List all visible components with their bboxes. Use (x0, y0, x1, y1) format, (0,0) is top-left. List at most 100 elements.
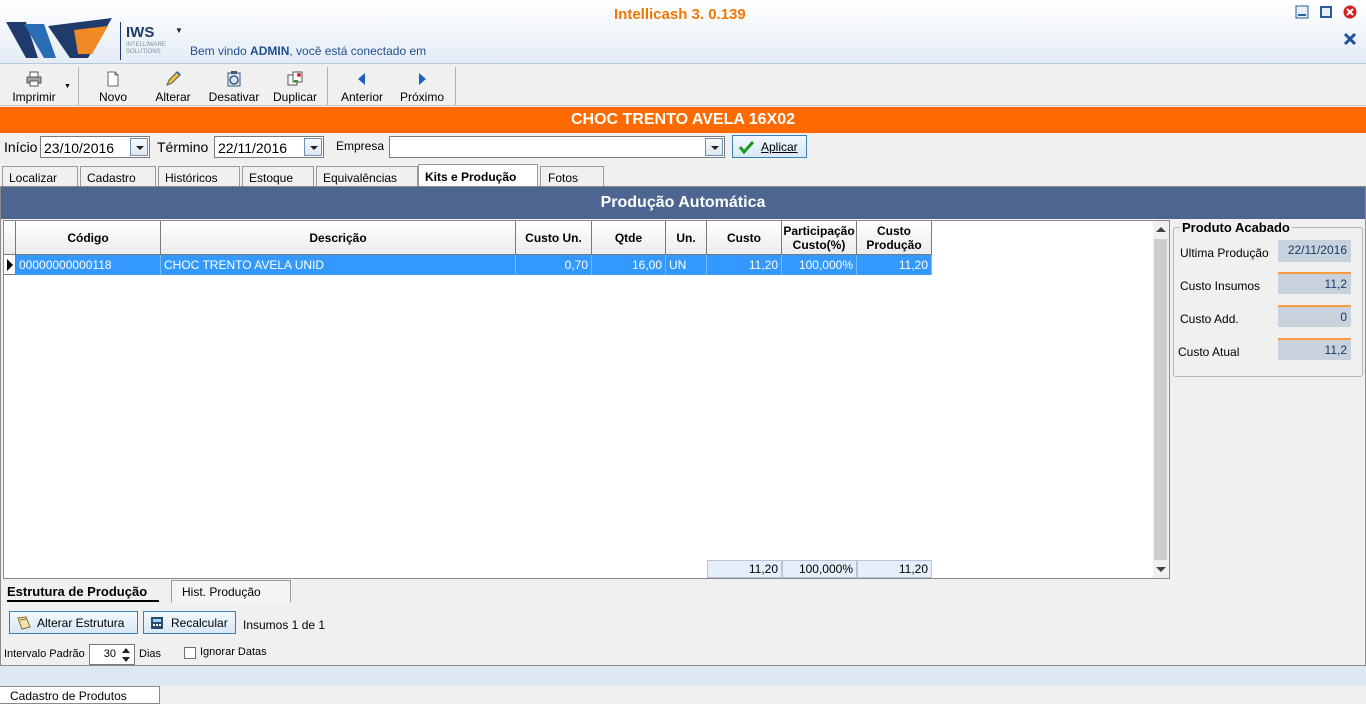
calculator-icon (151, 617, 163, 629)
dias-label: Dias (139, 648, 162, 660)
app-title: Intellicash 3. 0.139 (614, 6, 746, 23)
close-form-icon[interactable] (1343, 32, 1357, 46)
col-qtde[interactable]: Qtde (592, 221, 666, 255)
cell-custo[interactable]: 11,20 (707, 255, 782, 275)
logo-dropdown-icon[interactable]: ▼ (175, 26, 183, 35)
main-tabs: Localizar Cadastro Históricos Estoque Eq… (0, 164, 1366, 186)
kits-producao-panel: Produção Automática Código Descrição Cus… (0, 186, 1366, 666)
print-dropdown-icon[interactable]: ▼ (64, 83, 71, 90)
tab-cadastro[interactable]: Cadastro (80, 166, 156, 186)
alterar-button[interactable]: Alterar (149, 67, 197, 105)
production-grid[interactable]: Código Descrição Custo Un. Qtde Un. Cust… (3, 220, 1170, 579)
custo-atual-value: 11,2 (1278, 338, 1351, 360)
scroll-up-icon[interactable] (1156, 227, 1166, 232)
print-button[interactable]: Imprimir (4, 67, 64, 105)
checkmark-icon (739, 140, 754, 154)
tab-equivalencias[interactable]: Equivalências (316, 166, 418, 186)
col-custo-producao[interactable]: Custo Produção (857, 221, 932, 255)
custo-add-label: Custo Add. (1180, 312, 1239, 326)
ignorar-datas-label[interactable]: Ignorar Datas (200, 646, 267, 658)
insumos-count: Insumos 1 de 1 (243, 618, 326, 632)
duplicar-button[interactable]: Duplicar (269, 67, 321, 105)
form-tab-cadastro-produtos[interactable]: Cadastro de Produtos (0, 686, 160, 704)
logo-text: IWS (126, 24, 155, 41)
tab-localizar[interactable]: Localizar (2, 166, 78, 186)
status-band (0, 666, 1366, 686)
tab-kits-producao[interactable]: Kits e Produção (418, 164, 538, 186)
arrow-left-icon (358, 73, 365, 85)
ultima-producao-label: Ultima Produção (1180, 246, 1269, 260)
cell-custo-un[interactable]: 0,70 (516, 255, 592, 275)
sub-tabs: Estrutura de Produção Hist. Produção (3, 580, 1170, 602)
section-title: Produção Automática (1, 187, 1365, 219)
inicio-label: Início (4, 139, 38, 155)
custo-insumos-label: Custo Insumos (1180, 279, 1261, 293)
tab-fotos[interactable]: Fotos (540, 166, 604, 186)
subtab-estrutura[interactable]: Estrutura de Produção (7, 580, 159, 602)
termino-dropdown-icon[interactable] (304, 138, 322, 156)
empresa-select[interactable] (389, 136, 725, 158)
arrow-right-icon (419, 73, 426, 85)
cell-participacao[interactable]: 100,000% (782, 255, 857, 275)
navigation-group: Anterior Próximo (327, 67, 456, 105)
maximize-icon[interactable] (1319, 5, 1333, 19)
current-row-indicator-icon (4, 255, 16, 275)
anterior-button[interactable]: Anterior (336, 67, 388, 105)
welcome-message: Bem vindo ADMIN, você está conectado em (190, 44, 427, 58)
spin-up-icon[interactable] (119, 646, 133, 655)
col-descricao[interactable]: Descrição (161, 221, 516, 255)
logo-separator (120, 22, 121, 60)
edit-pencil-icon (166, 71, 181, 86)
minimize-icon[interactable] (1295, 5, 1309, 19)
table-row[interactable]: 00000000000118 CHOC TRENTO AVELA UNID 0,… (16, 255, 932, 275)
grid-vertical-scrollbar[interactable] (1153, 221, 1169, 578)
col-participacao[interactable]: Participação Custo(%) (782, 221, 857, 255)
print-group: Imprimir ▼ (0, 67, 78, 105)
proximo-button[interactable]: Próximo (396, 67, 448, 105)
printer-icon (26, 71, 42, 87)
empresa-dropdown-icon[interactable] (705, 138, 723, 156)
termino-label: Término (157, 139, 209, 155)
col-custo-un[interactable]: Custo Un. (516, 221, 592, 255)
intervalo-spinner[interactable]: 30 (89, 644, 135, 665)
cell-un[interactable]: UN (666, 255, 707, 275)
cell-descricao[interactable]: CHOC TRENTO AVELA UNID (161, 255, 516, 275)
grid-corner (4, 221, 16, 255)
inicio-dropdown-icon[interactable] (130, 138, 148, 156)
cell-custo-producao[interactable]: 11,20 (857, 255, 932, 275)
custo-insumos-value: 11,2 (1278, 272, 1351, 294)
tab-estoque[interactable]: Estoque (242, 166, 314, 186)
col-un[interactable]: Un. (666, 221, 707, 255)
ultima-producao-value: 22/11/2016 (1278, 240, 1351, 262)
intervalo-label: Intervalo Padrão (4, 648, 85, 660)
novo-button[interactable]: Novo (91, 67, 135, 105)
cell-codigo[interactable]: 00000000000118 (16, 255, 161, 275)
recalcular-button[interactable]: Recalcular (143, 611, 236, 634)
close-app-icon[interactable] (1343, 5, 1357, 19)
cell-qtde[interactable]: 16,00 (592, 255, 666, 275)
produto-acabado-title: Produto Acabado (1180, 220, 1292, 235)
alterar-estrutura-button[interactable]: Alterar Estrutura (9, 611, 138, 634)
scroll-down-icon[interactable] (1156, 567, 1166, 572)
aplicar-button[interactable]: Aplicar (732, 135, 807, 158)
custo-add-value: 0 (1278, 305, 1351, 327)
product-title-bar: CHOC TRENTO AVELA 16X02 (0, 107, 1366, 133)
scroll-thumb[interactable] (1154, 239, 1167, 560)
tab-historicos[interactable]: Históricos (158, 166, 240, 186)
col-custo[interactable]: Custo (707, 221, 782, 255)
subtab-hist-producao[interactable]: Hist. Produção (171, 580, 291, 602)
date-filter-row: Início 23/10/2016 Término 22/11/2016 Emp… (0, 134, 1366, 162)
duplicate-icon (287, 71, 303, 86)
termino-date-input[interactable]: 22/11/2016 (214, 136, 324, 158)
spin-down-icon[interactable] (119, 655, 133, 664)
toolbar: Imprimir ▼ Novo Alterar Desativar Duplic… (0, 64, 1366, 106)
ignorar-datas-checkbox[interactable] (184, 647, 196, 659)
iws-logo-icon (6, 18, 112, 58)
total-custo: 11,20 (707, 560, 782, 578)
book-edit-icon (17, 616, 31, 630)
desativar-button[interactable]: Desativar (206, 67, 262, 105)
col-codigo[interactable]: Código (16, 221, 161, 255)
deactivate-icon (227, 71, 241, 87)
inicio-date-input[interactable]: 23/10/2016 (40, 136, 150, 158)
total-participacao: 100,000% (782, 560, 857, 578)
